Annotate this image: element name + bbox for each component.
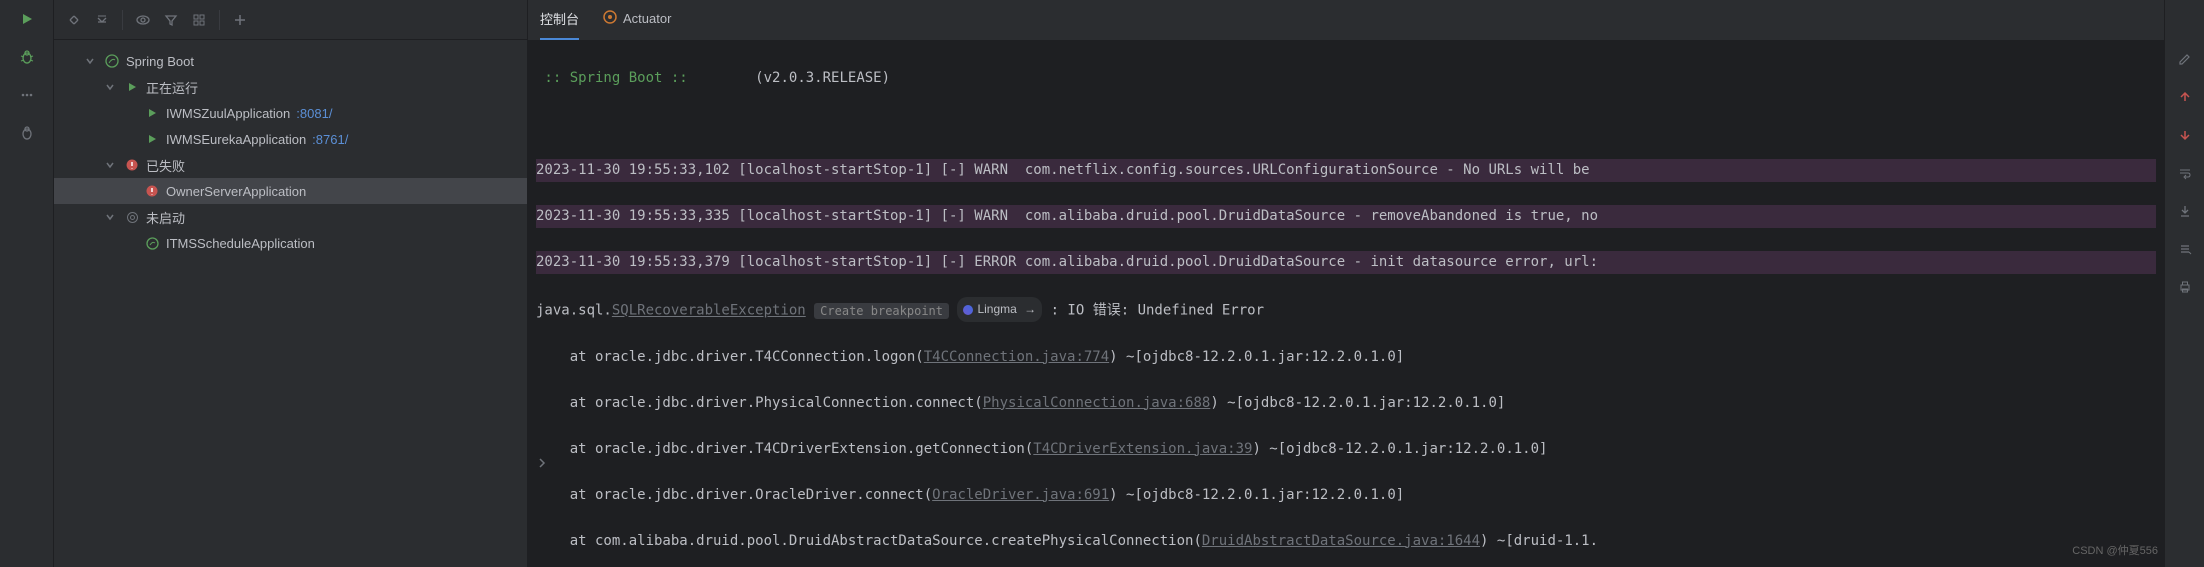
play-icon (144, 105, 160, 121)
scroll-to-end-icon[interactable] (2176, 202, 2194, 220)
error-icon (144, 183, 160, 199)
app-label: OwnerServerApplication (166, 184, 306, 199)
app-label: ITMSScheduleApplication (166, 236, 315, 251)
error-icon (124, 157, 140, 173)
up-arrow-icon[interactable] (2176, 88, 2194, 106)
log-warn: 2023-11-30 19:55:33,335 [localhost-start… (536, 205, 2156, 228)
edit-icon[interactable] (2176, 50, 2194, 68)
more-icon[interactable] (18, 86, 36, 104)
watermark: CSDN @仲夏556 (2072, 540, 2158, 563)
console-main: 控制台 Actuator :: Spring Boot :: (v2.0.3.R… (528, 0, 2164, 567)
group-label: 已失败 (146, 156, 185, 175)
expand-all-icon[interactable] (62, 8, 86, 32)
tree-app-itms[interactable]: ITMSScheduleApplication (54, 230, 527, 256)
actuator-icon (603, 10, 617, 27)
tree-app-eureka[interactable]: IWMSEurekaApplication :8761/ (54, 126, 527, 152)
tree-group-failed[interactable]: 已失败 (54, 152, 527, 178)
stack-link[interactable]: PhysicalConnection.java:688 (983, 395, 1211, 411)
chevron-down-icon (102, 209, 118, 225)
chevron-down-icon (102, 157, 118, 173)
tree-root-label: Spring Boot (126, 54, 194, 69)
tab-actuator[interactable]: Actuator (603, 0, 671, 40)
debug-attach-icon[interactable] (18, 124, 36, 142)
sidebar: Spring Boot 正在运行 IWMSZuulApplication :80… (54, 0, 528, 567)
app-root: Spring Boot 正在运行 IWMSZuulApplication :80… (0, 0, 2204, 567)
chevron-down-icon (102, 79, 118, 95)
left-tool-gutter (0, 0, 54, 567)
app-port[interactable]: :8081/ (296, 106, 332, 121)
stack-link[interactable]: DruidAbstractDataSource.java:1644 (1202, 533, 1480, 549)
stack-link[interactable]: T4CConnection.java:774 (924, 349, 1109, 365)
chevron-down-icon (82, 53, 98, 69)
app-port[interactable]: :8761/ (312, 132, 348, 147)
exception-link[interactable]: SQLRecoverableException (612, 303, 806, 319)
spring-icon (144, 235, 160, 251)
show-icon[interactable] (131, 8, 155, 32)
bug-icon[interactable] (18, 48, 36, 66)
console-output[interactable]: :: Spring Boot :: (v2.0.3.RELEASE) 2023-… (528, 40, 2164, 567)
create-breakpoint-hint[interactable]: Create breakpoint (814, 303, 949, 319)
group-label: 正在运行 (146, 78, 198, 97)
gear-icon (124, 209, 140, 225)
app-label: IWMSEurekaApplication (166, 132, 306, 147)
collapse-handle-icon[interactable] (536, 454, 548, 477)
lingma-badge[interactable]: Lingma → (957, 297, 1042, 322)
tree-group-running[interactable]: 正在运行 (54, 74, 527, 100)
filter-icon[interactable] (159, 8, 183, 32)
tree-app-owner[interactable]: OwnerServerApplication (54, 178, 527, 204)
run-icon[interactable] (18, 10, 36, 28)
tree-app-zuul[interactable]: IWMSZuulApplication :8081/ (54, 100, 527, 126)
collapse-all-icon[interactable] (90, 8, 114, 32)
tree-root-spring-boot[interactable]: Spring Boot (54, 48, 527, 74)
sidebar-toolbar (54, 0, 527, 40)
app-label: IWMSZuulApplication (166, 106, 290, 121)
down-arrow-icon[interactable] (2176, 126, 2194, 144)
play-icon (124, 79, 140, 95)
play-icon (144, 131, 160, 147)
soft-wrap-icon[interactable] (2176, 164, 2194, 182)
console-tabs: 控制台 Actuator (528, 0, 2164, 40)
log-error: 2023-11-30 19:55:33,379 [localhost-start… (536, 251, 2156, 274)
stack-link[interactable]: OracleDriver.java:691 (932, 487, 1109, 503)
tree-group-notstarted[interactable]: 未启动 (54, 204, 527, 230)
views-icon[interactable] (187, 8, 211, 32)
services-tree: Spring Boot 正在运行 IWMSZuulApplication :80… (54, 40, 527, 264)
tab-console[interactable]: 控制台 (540, 0, 579, 40)
group-label: 未启动 (146, 208, 185, 227)
spring-icon (104, 53, 120, 69)
right-tool-gutter (2164, 0, 2204, 567)
log-warn: 2023-11-30 19:55:33,102 [localhost-start… (536, 159, 2156, 182)
add-icon[interactable] (228, 8, 252, 32)
stack-link[interactable]: T4CDriverExtension.java:39 (1033, 441, 1252, 457)
print-icon[interactable] (2176, 278, 2194, 296)
list-icon[interactable] (2176, 240, 2194, 258)
console-area: 控制台 Actuator :: Spring Boot :: (v2.0.3.R… (528, 0, 2204, 567)
